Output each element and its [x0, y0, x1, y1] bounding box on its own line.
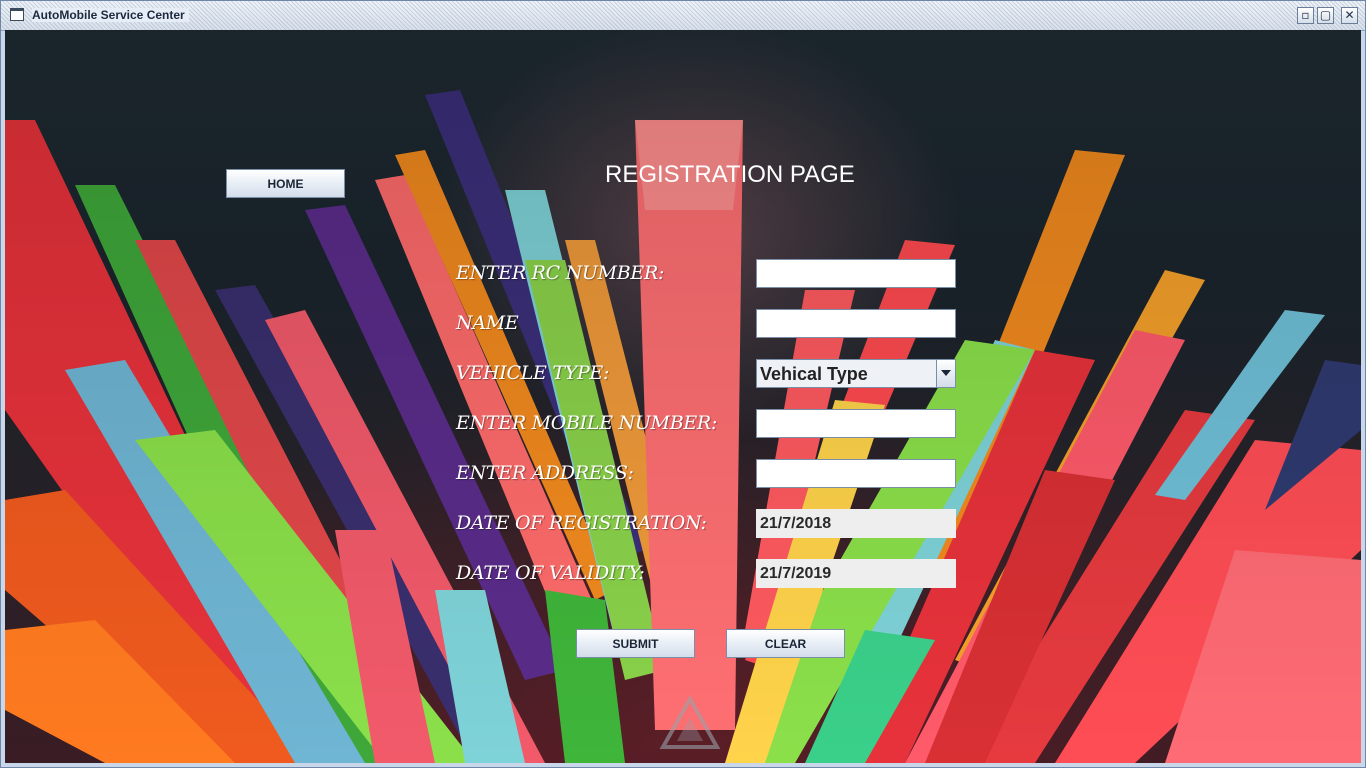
mobile-number-input[interactable]: [756, 409, 956, 438]
app-window-icon: [10, 8, 24, 21]
mobile-number-label: ENTER MOBILE NUMBER:: [456, 412, 718, 434]
vehicle-type-dropdown[interactable]: Vehical Type: [756, 359, 956, 388]
window-title: AutoMobile Service Center: [32, 8, 189, 22]
close-icon[interactable]: ✕: [1341, 7, 1358, 24]
validity-date-field: [756, 559, 956, 588]
registration-panel: HOME REGISTRATION PAGE ENTER RC NUMBER: …: [5, 30, 1361, 763]
address-input[interactable]: [756, 459, 956, 488]
home-button[interactable]: HOME: [226, 169, 345, 198]
page-title: REGISTRATION PAGE: [605, 161, 855, 188]
vehicle-type-label: VEHICLE TYPE:: [456, 362, 610, 384]
chevron-down-icon[interactable]: [936, 360, 955, 387]
registration-date-field: [756, 509, 956, 538]
maximize-icon[interactable]: ▢: [1317, 7, 1334, 24]
rc-number-input[interactable]: [756, 259, 956, 288]
triangle-logo-icon: [659, 695, 721, 749]
app-window: AutoMobile Service Center ▫ ▢ ✕ HOME REG…: [0, 0, 1366, 768]
validity-date-label: DATE OF VALIDITY:: [456, 562, 645, 584]
vehicle-type-selected-value: Vehical Type: [760, 364, 868, 384]
title-bar[interactable]: AutoMobile Service Center ▫ ▢ ✕: [1, 1, 1365, 31]
rc-number-label: ENTER RC NUMBER:: [456, 262, 665, 284]
clear-button[interactable]: CLEAR: [726, 629, 845, 658]
restore-down-icon[interactable]: ▫: [1297, 7, 1314, 24]
address-label: ENTER ADDRESS:: [456, 462, 634, 484]
submit-button[interactable]: SUBMIT: [576, 629, 695, 658]
registration-date-label: DATE OF REGISTRATION:: [456, 512, 707, 534]
name-label: NAME: [456, 312, 519, 334]
name-input[interactable]: [756, 309, 956, 338]
